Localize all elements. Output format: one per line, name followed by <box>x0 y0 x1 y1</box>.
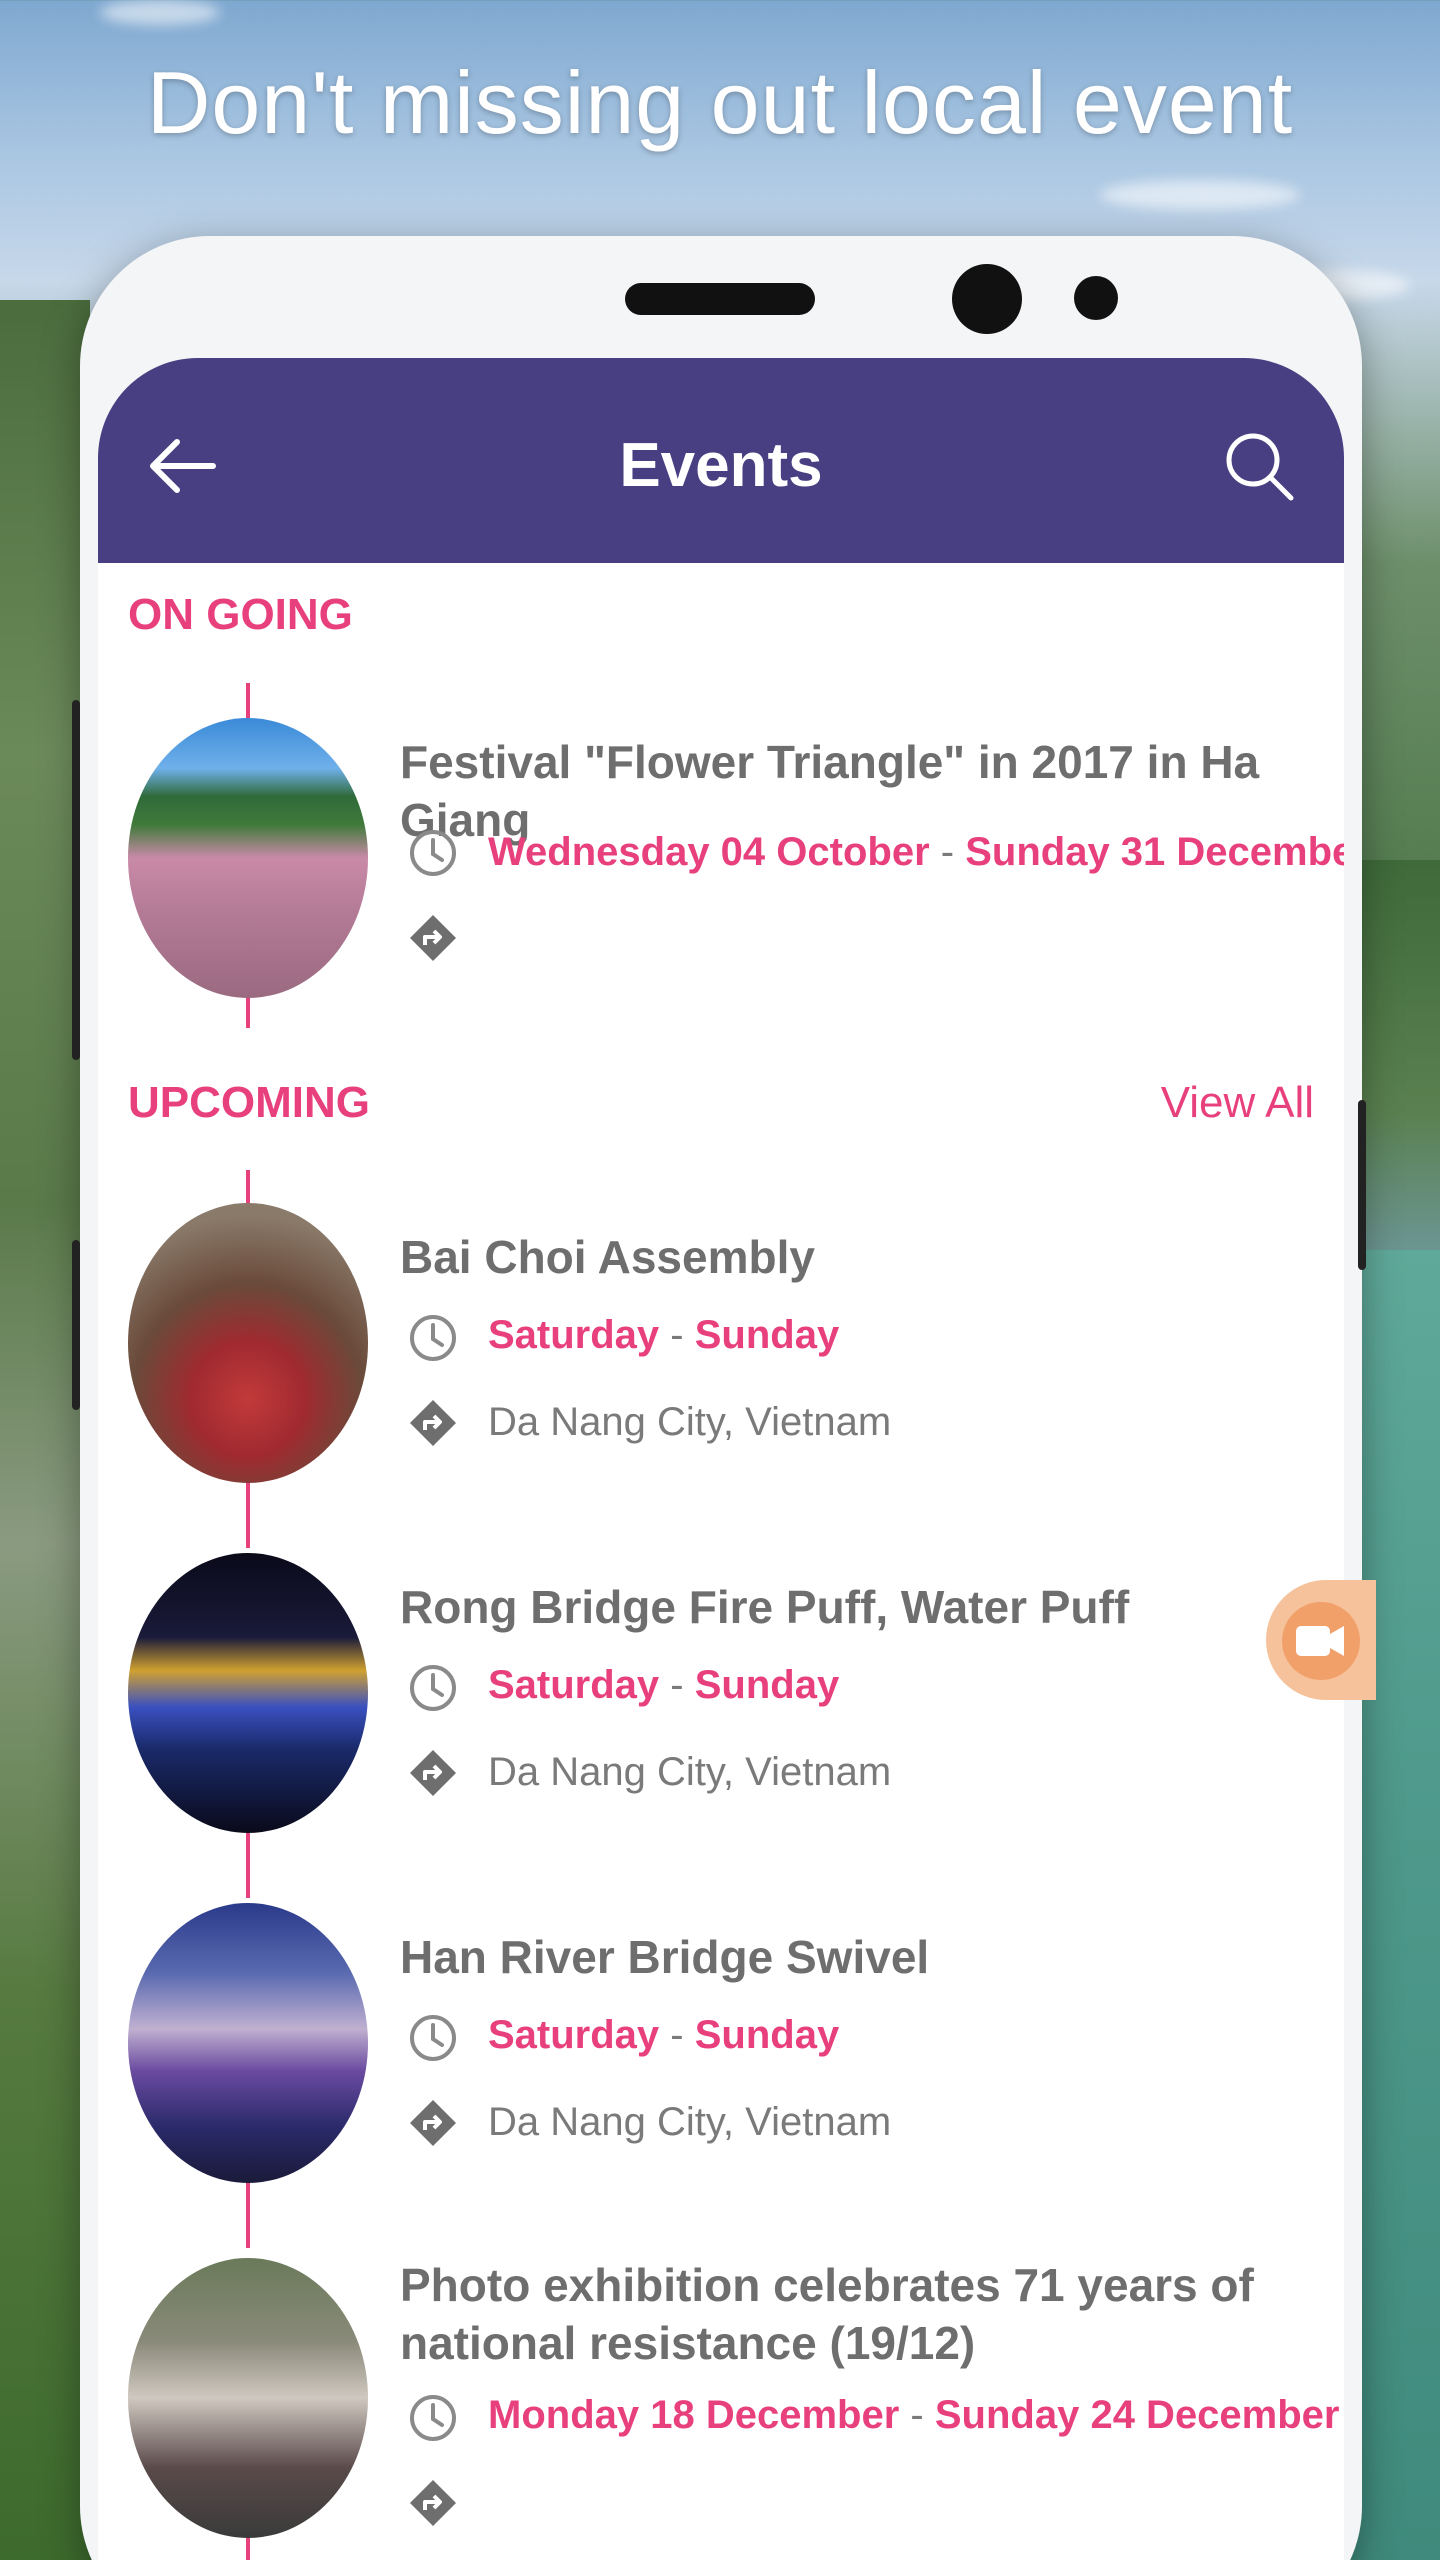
event-date-end: Sunday 31 December <box>965 830 1344 874</box>
event-title: Han River Bridge Swivel <box>400 1931 930 1983</box>
video-camera-icon <box>1282 1602 1360 1680</box>
event-date: Saturday - Sunday <box>488 2013 839 2058</box>
phone-sensor <box>1074 276 1118 320</box>
phone-camera <box>952 264 1022 334</box>
event-title: Bai Choi Assembly <box>400 1231 815 1283</box>
event-title: Photo exhibition celebrates 71 years of … <box>400 2259 1254 2369</box>
event-date-start: Saturday <box>488 1663 660 1707</box>
clock-icon <box>410 1315 456 1361</box>
event-date-separator: - <box>940 830 955 874</box>
event-date-separator: - <box>670 2013 684 2057</box>
page-title: Events <box>619 431 823 500</box>
event-item[interactable]: Bai Choi Assembly Saturday - Sunday Da N… <box>98 1203 1344 1483</box>
background-cloud <box>100 0 220 25</box>
clock-icon <box>410 2395 456 2441</box>
directions-icon <box>410 2100 456 2146</box>
event-date-start: Saturday <box>488 1313 660 1357</box>
event-item[interactable]: Rong Bridge Fire Puff, Water Puff Saturd… <box>98 1553 1344 1833</box>
directions-icon <box>410 2480 456 2526</box>
phone-speaker <box>625 283 815 315</box>
floating-video-button[interactable] <box>1266 1580 1376 1700</box>
timeline-line <box>246 993 250 1028</box>
section-ongoing-label: ON GOING <box>128 590 353 639</box>
event-date: Wednesday 04 October - Sunday 31 Decembe… <box>488 830 1344 875</box>
view-all-link[interactable]: View All <box>1161 1078 1314 1128</box>
app-screen: Events ON GOING Festival "Flower Triangl… <box>98 358 1344 2560</box>
event-item[interactable]: Festival "Flower Triangle" in 2017 in Ha… <box>98 718 1344 998</box>
clock-icon <box>410 1665 456 1711</box>
phone-power-button <box>1358 1100 1366 1270</box>
section-upcoming-label: UPCOMING <box>128 1078 370 1127</box>
event-date-end: Sunday 24 December <box>934 2393 1340 2437</box>
event-date-end: Sunday <box>694 1313 840 1357</box>
event-location: Da Nang City, Vietnam <box>488 1750 892 1794</box>
event-date: Saturday - Sunday <box>488 1313 839 1358</box>
event-item[interactable]: Han River Bridge Swivel Saturday - Sunda… <box>98 1903 1344 2183</box>
event-title: Rong Bridge Fire Puff, Water Puff <box>400 1581 1130 1633</box>
event-date-separator: - <box>910 2393 924 2437</box>
directions-icon <box>410 1400 456 1446</box>
promo-headline: Don't missing out local event <box>146 53 1294 152</box>
event-date-separator: - <box>670 1313 684 1357</box>
search-icon <box>1226 433 1294 501</box>
app-bar: Events <box>98 358 1344 563</box>
event-date-separator: - <box>670 1663 684 1707</box>
event-date: Saturday - Sunday <box>488 1663 839 1708</box>
background-sea <box>1350 1250 1440 2560</box>
event-thumbnail <box>128 1553 368 1833</box>
background-cloud <box>1100 180 1300 210</box>
background-cliff-left <box>0 300 90 2560</box>
event-thumbnail <box>128 718 368 998</box>
timeline-line <box>246 1828 250 1898</box>
event-date-end: Sunday <box>694 2013 840 2057</box>
event-date-start: Wednesday 04 October <box>488 830 930 874</box>
event-item[interactable]: Photo exhibition celebrates 71 years of … <box>98 2258 1344 2538</box>
event-thumbnail <box>128 1203 368 1483</box>
clock-icon <box>410 830 456 876</box>
event-date: Monday 18 December - Sunday 24 December <box>488 2393 1340 2438</box>
event-date-start: Monday 18 December <box>488 2393 900 2437</box>
phone-side-button <box>72 1240 80 1410</box>
directions-icon <box>410 1750 456 1796</box>
clock-icon <box>410 2015 456 2061</box>
timeline-line <box>246 683 250 718</box>
timeline-line <box>246 1170 250 1206</box>
timeline-line <box>246 2173 250 2248</box>
event-date-start: Saturday <box>488 2013 660 2057</box>
event-thumbnail <box>128 2258 368 2538</box>
directions-icon <box>410 915 456 961</box>
event-date-end: Sunday <box>694 1663 840 1707</box>
event-thumbnail <box>128 1903 368 2183</box>
search-button[interactable] <box>1219 426 1299 506</box>
phone-volume-button <box>72 700 80 1060</box>
timeline-line <box>246 1480 250 1548</box>
event-location: Da Nang City, Vietnam <box>488 2100 892 2144</box>
event-location: Da Nang City, Vietnam <box>488 1400 892 1444</box>
